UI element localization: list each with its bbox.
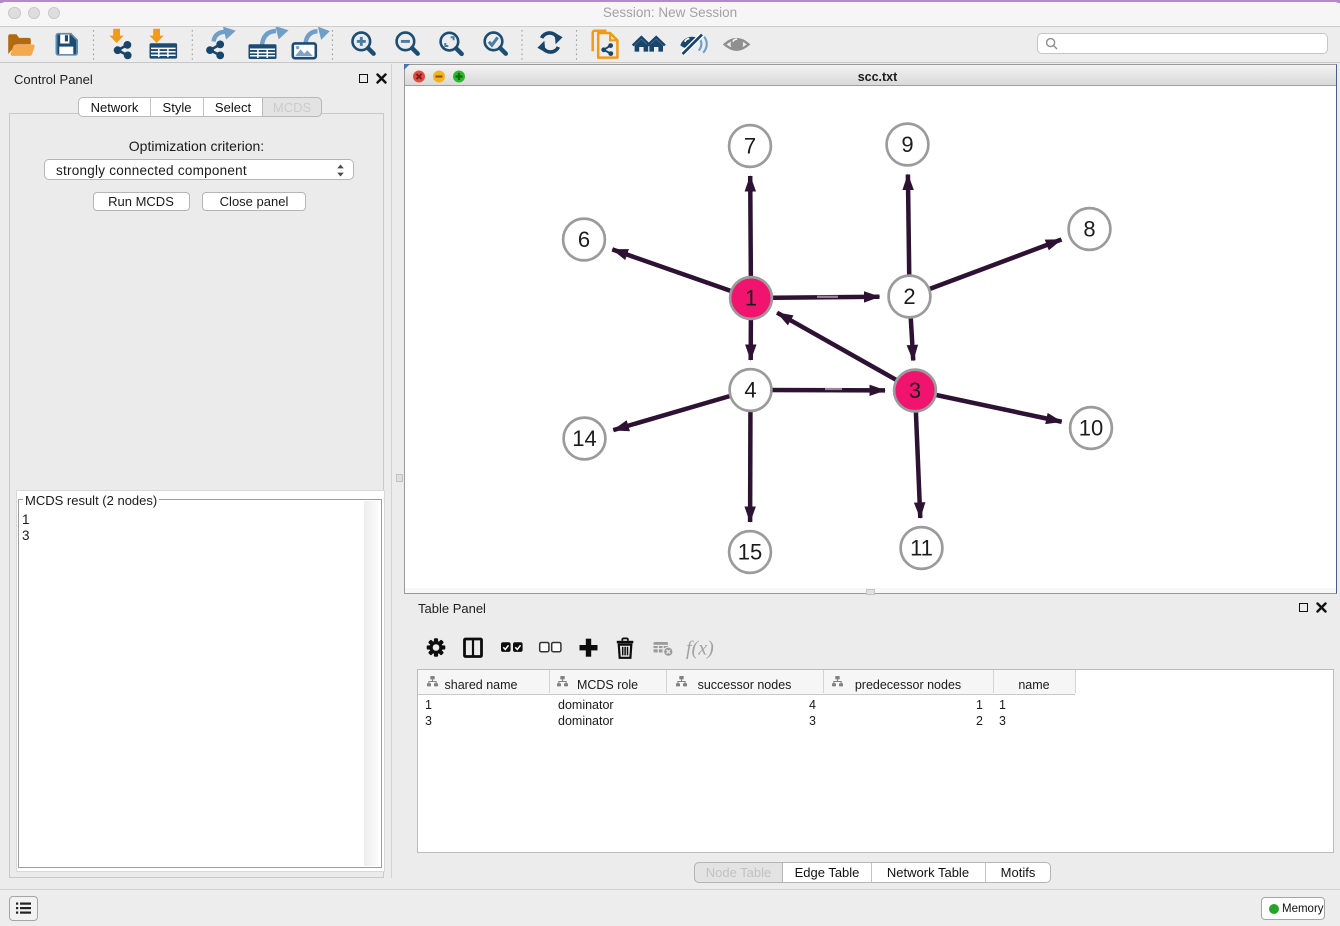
svg-text:11: 11 <box>910 536 933 561</box>
svg-text:9: 9 <box>901 132 913 157</box>
svg-text:8: 8 <box>1083 217 1095 242</box>
svg-text:6: 6 <box>578 227 590 252</box>
svg-text:4: 4 <box>744 378 756 403</box>
svg-text:10: 10 <box>1079 416 1103 441</box>
svg-text:3: 3 <box>909 378 921 403</box>
svg-text:7: 7 <box>744 134 756 159</box>
svg-text:15: 15 <box>738 540 762 565</box>
svg-text:14: 14 <box>572 426 596 451</box>
svg-text:1: 1 <box>745 286 757 311</box>
svg-text:2: 2 <box>903 284 915 309</box>
svg-text:f(x): f(x) <box>686 638 714 660</box>
